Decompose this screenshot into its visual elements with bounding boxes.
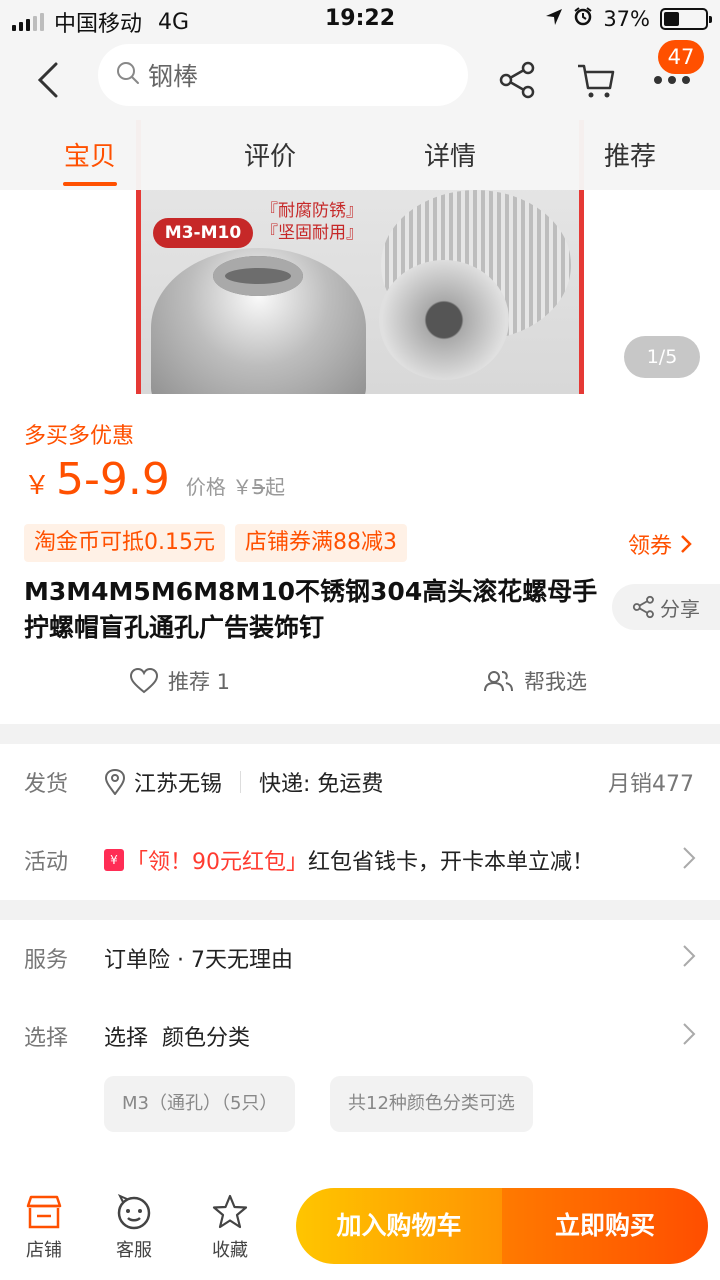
- search-icon: [116, 61, 140, 89]
- search-query: 钢棒: [148, 62, 199, 91]
- favorite-label: 收藏: [212, 1240, 248, 1261]
- favorite-button[interactable]: 收藏: [190, 1192, 270, 1262]
- select-row[interactable]: 选择 选择 颜色分类: [0, 1006, 720, 1066]
- location-pin-icon: [104, 769, 126, 795]
- image-pager: 1/5: [624, 336, 700, 378]
- customer-service-icon: [94, 1192, 174, 1232]
- share-label: 分享: [660, 596, 700, 621]
- currency-symbol: ￥: [24, 471, 51, 501]
- coupon-chip[interactable]: 淘金币可抵0.15元: [24, 524, 225, 562]
- spec-option-count[interactable]: 共12种颜色分类可选: [330, 1076, 533, 1132]
- alarm-icon: [573, 6, 593, 31]
- original-price-label: 价格: [185, 475, 226, 499]
- shop-label: 店铺: [26, 1240, 62, 1261]
- size-tag: M3-M10: [153, 218, 253, 248]
- price-row: ￥ 5-9.9 价格 ￥5起: [24, 454, 285, 505]
- chevron-right-icon: [682, 944, 696, 974]
- shipping-card: 发货 江苏无锡 快递: 免运费 月销477 活动 ¥ 「领！90元红包」 红包省…: [0, 744, 720, 900]
- activity-highlight: 「领！90元红包」: [126, 850, 308, 875]
- top-header: 钢棒 47 宝贝 评价 详情 推荐: [0, 40, 720, 190]
- help-choose-button[interactable]: 帮我选: [482, 666, 587, 696]
- get-coupon-label: 领券: [627, 534, 672, 559]
- coupon-chip[interactable]: 店铺券满88减3: [235, 524, 407, 562]
- cart-icon[interactable]: [574, 58, 618, 102]
- service-text: 订单险 · 7天无理由: [104, 948, 293, 973]
- chevron-right-icon: [682, 1022, 696, 1052]
- spec-option[interactable]: M3（通孔）（5只）: [104, 1076, 296, 1132]
- add-to-cart-button[interactable]: 加入购物车: [296, 1188, 502, 1264]
- message-badge: 47: [658, 40, 704, 74]
- original-price: 价格 ￥5起: [186, 471, 285, 500]
- original-price-currency: ￥: [232, 475, 253, 499]
- select-text: 选择 颜色分类: [104, 1026, 250, 1051]
- location-arrow-icon: [545, 7, 563, 31]
- divider: [240, 771, 242, 793]
- share-icon[interactable]: [496, 58, 540, 102]
- ship-location-text: 江苏无锡: [134, 772, 223, 797]
- nut-illustration-bottom: [379, 260, 509, 380]
- customer-service-button[interactable]: 客服: [94, 1192, 174, 1262]
- shop-icon: [4, 1192, 84, 1232]
- star-icon: [190, 1192, 270, 1232]
- shop-button[interactable]: 店铺: [4, 1192, 84, 1262]
- buy-now-button[interactable]: 立即购买: [502, 1188, 708, 1264]
- service-label: 服务: [24, 948, 69, 973]
- hero-tagline-2: 『坚固耐用』: [261, 223, 363, 243]
- chevron-right-icon: [682, 846, 696, 876]
- service-row[interactable]: 服务 订单险 · 7天无理由: [0, 928, 720, 988]
- coupon-row: 淘金币可抵0.15元 店铺券满88减3: [24, 524, 407, 562]
- price-range: 5-9.9: [56, 454, 170, 505]
- service-card: 服务 订单险 · 7天无理由 选择 选择 颜色分类 M3（通孔）（5只） 共12…: [0, 920, 720, 1170]
- tab-item[interactable]: 宝贝: [0, 136, 180, 190]
- battery-percent: 37%: [603, 6, 650, 31]
- activity-text: 红包省钱卡，开卡本单立减！: [308, 850, 595, 875]
- activity-label: 活动: [24, 850, 69, 875]
- recommend-label: 推荐 1: [168, 670, 231, 694]
- section-tabs: 宝贝 评价 详情 推荐: [0, 136, 720, 190]
- activity-row[interactable]: 活动 ¥ 「领！90元红包」 红包省钱卡，开卡本单立减！: [0, 830, 720, 890]
- get-coupon-button[interactable]: 领券: [628, 528, 692, 560]
- monthly-sales: 月销477: [608, 772, 694, 797]
- customer-service-label: 客服: [116, 1240, 152, 1261]
- back-button[interactable]: [28, 60, 68, 100]
- promo-title: 多买多优惠: [24, 424, 135, 449]
- price-card: 多买多优惠 ￥ 5-9.9 价格 ￥5起 淘金币可抵0.15元 店铺券满88减3…: [0, 394, 720, 724]
- ship-location: 江苏无锡: [104, 766, 222, 798]
- select-label: 选择: [24, 1026, 69, 1051]
- share-small-icon: [632, 595, 654, 619]
- action-row: 推荐 1 帮我选: [0, 666, 720, 706]
- chevron-right-icon: [681, 535, 692, 553]
- search-bar[interactable]: 钢棒: [98, 44, 468, 106]
- help-choose-label: 帮我选: [524, 670, 587, 694]
- nut-illustration-front: [151, 248, 366, 394]
- battery-icon: [660, 7, 712, 30]
- express-info: 快递: 免运费: [259, 772, 384, 797]
- heart-icon: [130, 668, 158, 694]
- recommend-button[interactable]: 推荐 1: [130, 666, 230, 696]
- hero-tagline-1: 『耐腐防锈』: [261, 201, 363, 221]
- shipping-row[interactable]: 发货 江苏无锡 快递: 免运费 月销477: [0, 752, 720, 812]
- original-price-suffix: 起: [264, 475, 285, 499]
- people-icon: [484, 671, 513, 692]
- product-title: M3M4M5M6M8M10不锈钢304高头滚花螺母手拧螺帽盲孔通孔广告装饰钉: [24, 577, 598, 642]
- share-button[interactable]: 分享: [612, 584, 720, 630]
- status-bar: 中国移动 4G 19:22 37%: [0, 0, 720, 40]
- back-arrow-icon: [37, 62, 58, 98]
- original-price-value: 5: [252, 475, 265, 499]
- red-packet-icon: ¥: [104, 849, 124, 871]
- shipping-label: 发货: [24, 772, 69, 797]
- bottom-bar: 店铺 客服 收藏 加入购物车 立即购买: [0, 1170, 720, 1280]
- tab-details[interactable]: 详情: [360, 136, 540, 190]
- tab-reviews[interactable]: 评价: [180, 136, 360, 190]
- hero-taglines: 『耐腐防锈』 『坚固耐用』: [261, 200, 363, 244]
- tab-recommend[interactable]: 推荐: [540, 136, 720, 190]
